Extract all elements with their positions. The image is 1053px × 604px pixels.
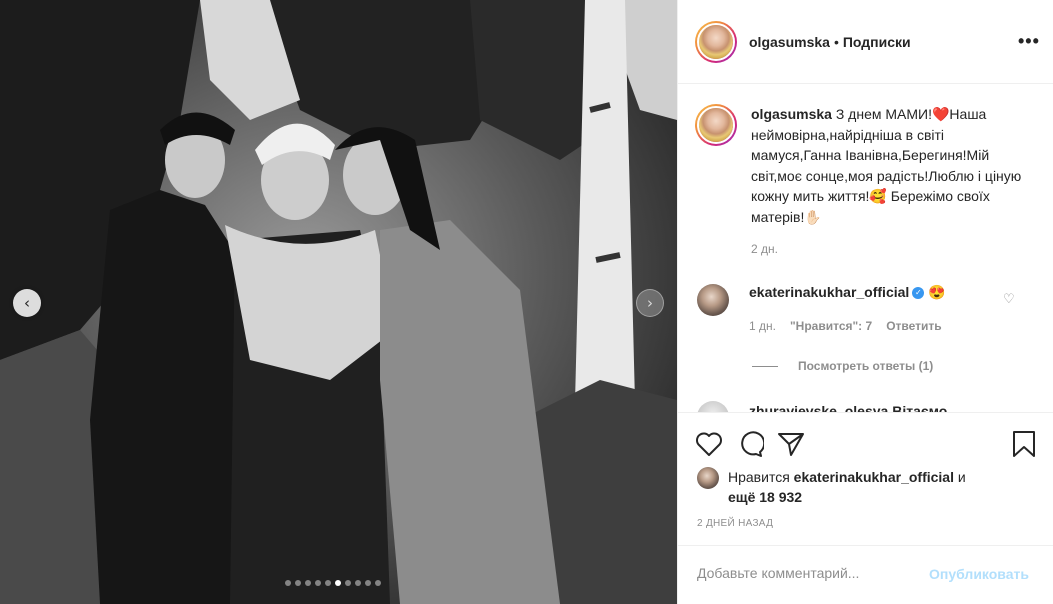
carousel-dots	[285, 580, 381, 586]
commenter-username[interactable]: zhuravievske_olesya Вітаємо	[749, 403, 947, 412]
comment-item: ekaterinakukhar_official ✓ 😍 1 дн. "Нрави…	[695, 284, 1040, 333]
more-options-button[interactable]: •••	[1018, 31, 1040, 51]
likes-text: Нравится ekaterinakukhar_official и ещё …	[728, 467, 1008, 507]
carousel-dot	[325, 580, 331, 586]
post-caption: olgasumska З днем МАМИ!❤️Наша неймовірна…	[695, 104, 1040, 260]
carousel-dot	[365, 580, 371, 586]
post-modal: ‹ › olgasumska • Подписки ••• olgasumska…	[0, 0, 1053, 604]
comment-likes[interactable]: "Нравится": 7	[790, 319, 872, 333]
commenter-username[interactable]: ekaterinakukhar_official	[749, 284, 909, 300]
caption-username[interactable]: olgasumska	[751, 106, 832, 122]
post-date[interactable]: 2 ДНЕЙ НАЗАД	[697, 518, 773, 529]
comment-bubble-icon[interactable]	[736, 430, 764, 458]
heart-outline-icon[interactable]: ♡	[1003, 292, 1015, 307]
header-separator: •	[833, 33, 839, 50]
post-header: olgasumska • Подписки •••	[678, 0, 1053, 84]
avatar-image	[699, 24, 733, 59]
liker-avatar[interactable]	[697, 467, 719, 489]
comment-text: 😍	[924, 284, 946, 300]
comment-body: ekaterinakukhar_official ✓ 😍 1 дн. "Нрави…	[749, 284, 1009, 333]
likes-count[interactable]: ещё 18 932	[728, 489, 802, 505]
carousel-dot	[355, 580, 361, 586]
likes-prefix: Нравится	[728, 469, 794, 485]
commenter-avatar[interactable]	[697, 284, 729, 316]
carousel-dot	[285, 580, 291, 586]
comment-item: zhuravievske_olesya Вітаємо	[697, 401, 947, 412]
carousel-dot-active	[335, 580, 341, 586]
likes-summary: Нравится ekaterinakukhar_official и ещё …	[697, 467, 1008, 507]
carousel-dot	[375, 580, 381, 586]
next-photo-button[interactable]: ›	[636, 289, 664, 317]
photo-image	[0, 0, 677, 604]
author-avatar[interactable]	[695, 20, 737, 63]
carousel-dot	[345, 580, 351, 586]
share-paper-plane-icon[interactable]	[777, 431, 805, 457]
following-button[interactable]: Подписки	[843, 34, 911, 50]
chevron-right-icon: ›	[647, 293, 653, 312]
comment-input[interactable]	[695, 564, 919, 582]
comment-time[interactable]: 1 дн.	[749, 319, 776, 333]
reply-button[interactable]: Ответить	[886, 319, 941, 333]
liker-username[interactable]: ekaterinakukhar_official	[794, 469, 954, 485]
comments-list[interactable]: olgasumska З днем МАМИ!❤️Наша неймовірна…	[678, 84, 1053, 412]
bookmark-icon[interactable]	[1011, 430, 1037, 458]
post-actions: Нравится ekaterinakukhar_official и ещё …	[678, 412, 1053, 529]
post-sidebar: olgasumska • Подписки ••• olgasumska З д…	[677, 0, 1053, 604]
carousel-dot	[295, 580, 301, 586]
caption-author-avatar[interactable]	[695, 104, 737, 146]
view-replies-button[interactable]: Посмотреть ответы (1)	[752, 359, 933, 373]
previous-photo-button[interactable]: ‹	[13, 289, 41, 317]
likes-connector: и	[953, 469, 966, 485]
comment-meta: 1 дн. "Нравится": 7 Ответить	[749, 319, 1009, 333]
view-replies-label: Посмотреть ответы (1)	[798, 359, 934, 373]
post-photo: ‹ ›	[0, 0, 677, 604]
carousel-dot	[315, 580, 321, 586]
avatar-image	[699, 108, 733, 142]
verified-badge-icon: ✓	[912, 287, 925, 300]
caption-time[interactable]: 2 дн.	[751, 239, 1026, 260]
author-username[interactable]: olgasumska	[749, 34, 830, 50]
like-heart-icon[interactable]	[695, 431, 723, 457]
caption-body: olgasumska З днем МАМИ!❤️Наша неймовірна…	[751, 104, 1026, 260]
caption-text: З днем МАМИ!❤️Наша неймовірна,найрідніша…	[751, 106, 1022, 225]
add-comment-bar: Опубликовать	[678, 545, 1053, 604]
carousel-dot	[305, 580, 311, 586]
replies-divider	[752, 365, 778, 367]
chevron-left-icon: ‹	[24, 293, 30, 312]
commenter-avatar[interactable]	[697, 401, 729, 412]
publish-button[interactable]: Опубликовать	[929, 566, 1029, 582]
